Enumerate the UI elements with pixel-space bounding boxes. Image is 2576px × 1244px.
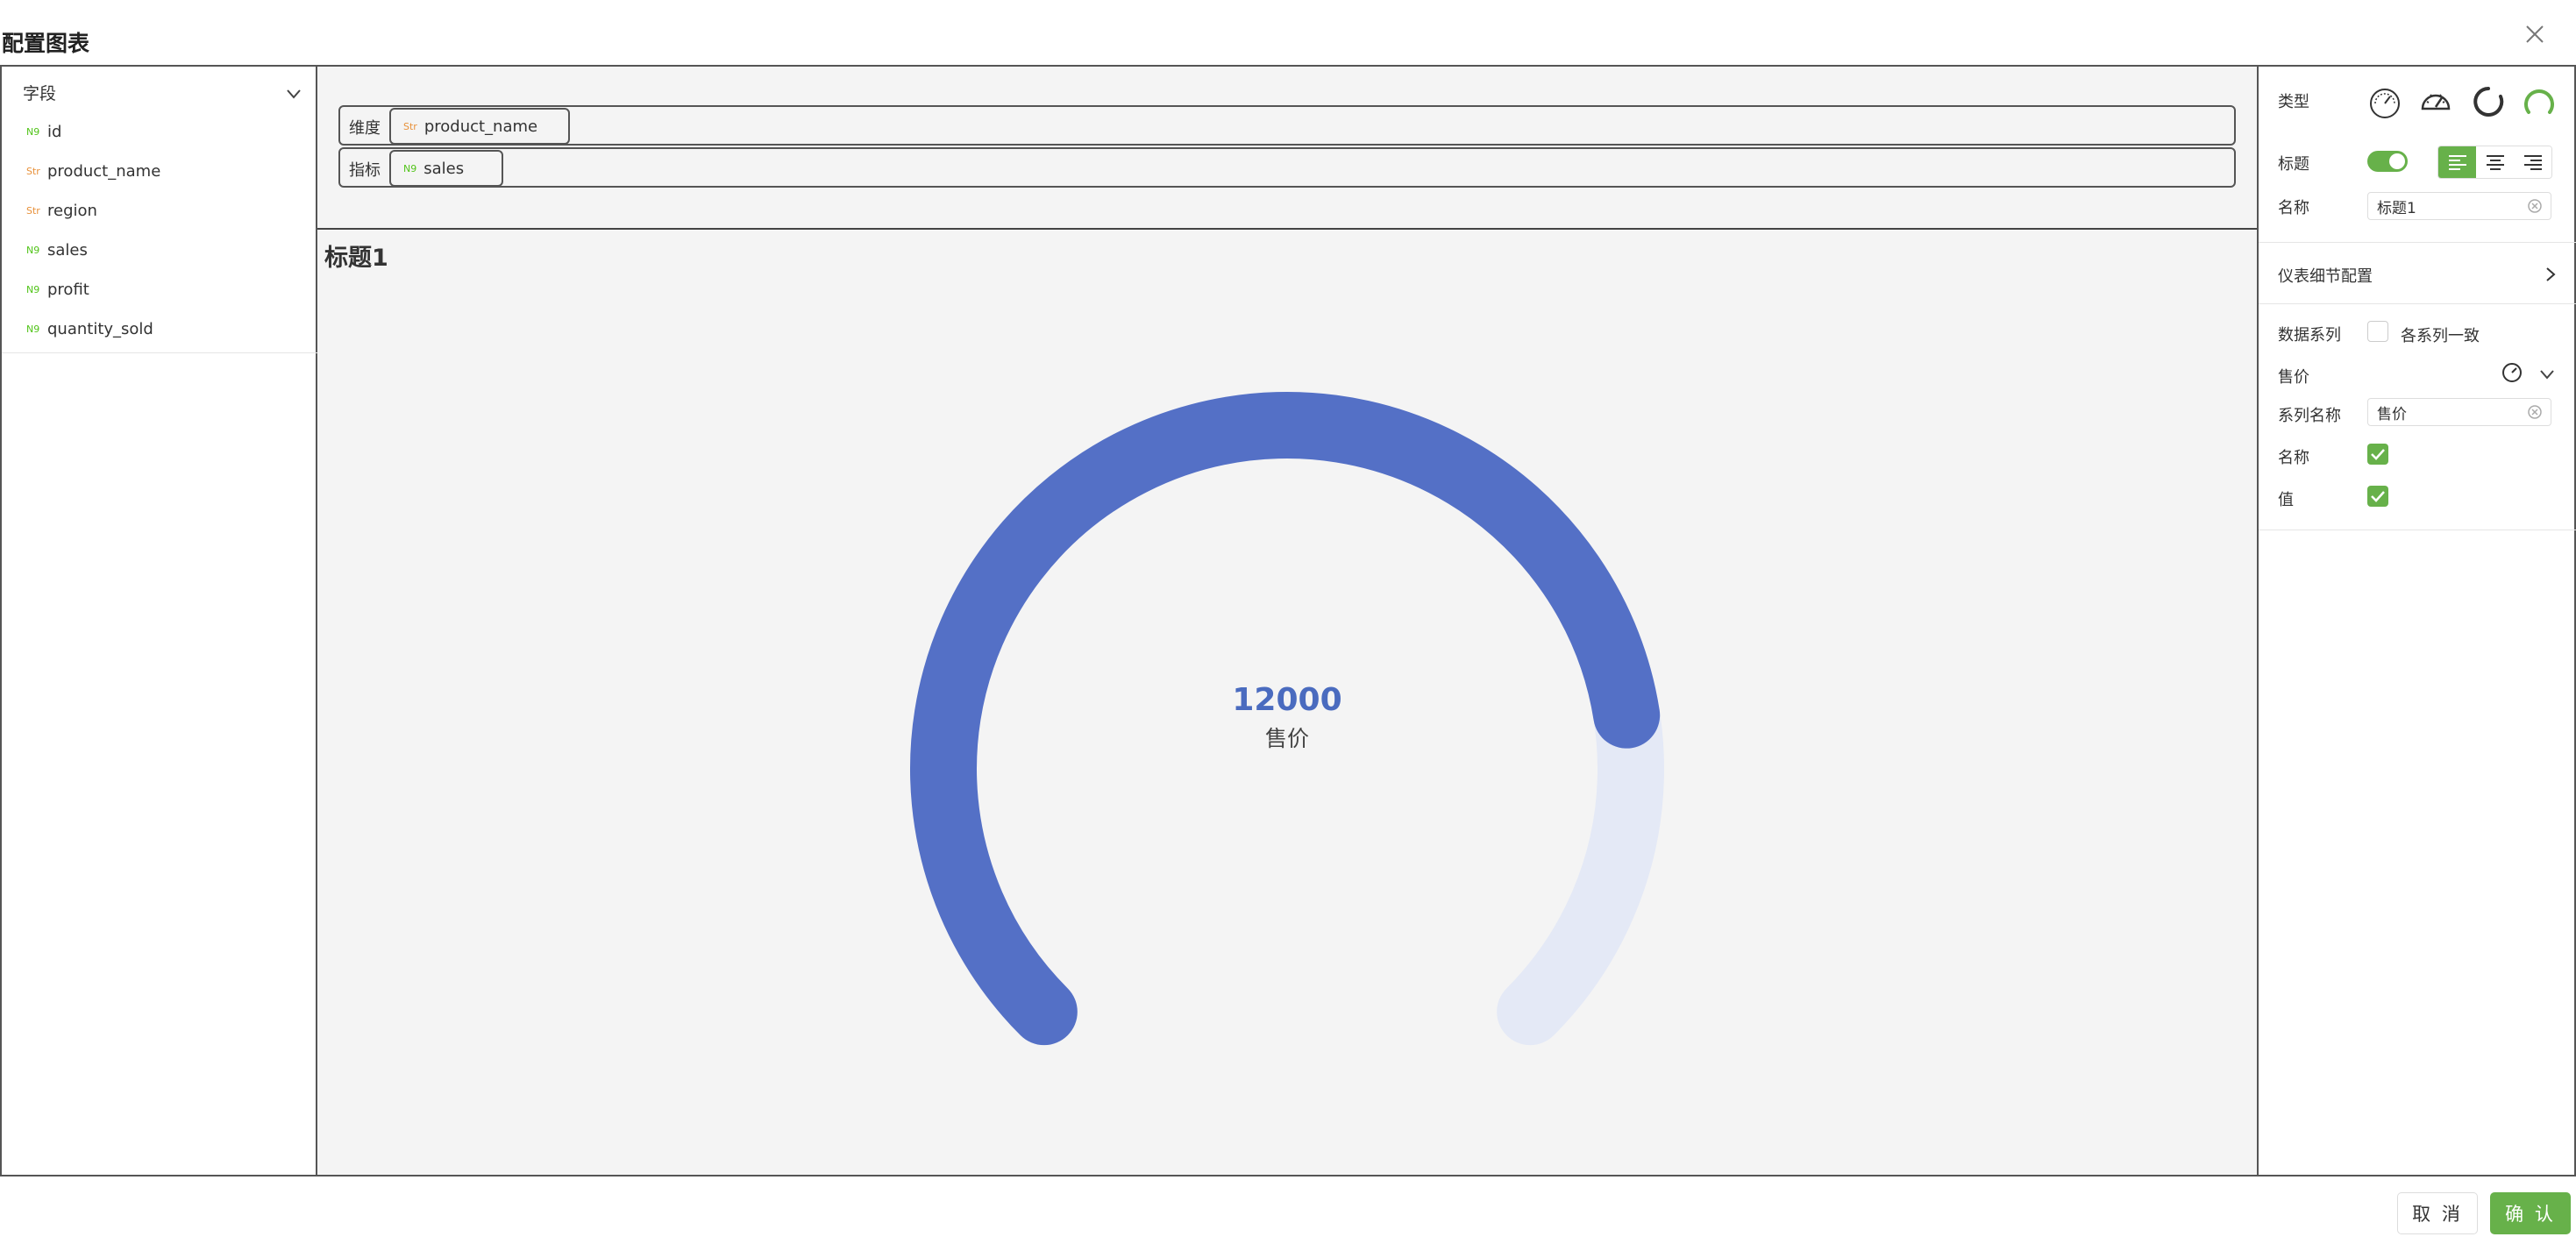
series-name-label: 系列名称 bbox=[2278, 407, 2341, 425]
dialog-footer: 取 消 确 认 bbox=[0, 1175, 2576, 1244]
chevron-down-icon[interactable] bbox=[2537, 365, 2557, 384]
fields-panel: 字段 N9 id Str product_name Str region N9 … bbox=[0, 67, 317, 1175]
fields-collapse-header[interactable]: 字段 bbox=[23, 79, 303, 109]
field-name: region bbox=[47, 202, 97, 220]
measure-chip-sales[interactable]: N9 sales bbox=[389, 150, 503, 187]
dialog-title: 配置图表 bbox=[2, 31, 90, 56]
title-name-input[interactable] bbox=[2367, 192, 2551, 220]
drop-zones: 维度 Str product_name 指标 N9 sales bbox=[317, 67, 2257, 230]
show-value-label: 值 bbox=[2278, 491, 2294, 509]
chevron-down-icon bbox=[287, 89, 301, 99]
type-label: 类型 bbox=[2278, 93, 2309, 111]
field-item-profit[interactable]: N9 profit bbox=[26, 270, 160, 309]
title-toggle[interactable] bbox=[2367, 151, 2408, 172]
number-type-icon: N9 bbox=[26, 323, 40, 335]
string-type-icon: Str bbox=[26, 166, 40, 177]
confirm-button[interactable]: 确 认 bbox=[2490, 1192, 2571, 1234]
field-item-quantity-sold[interactable]: N9 quantity_sold bbox=[26, 309, 160, 349]
chip-name: product_name bbox=[423, 117, 538, 136]
gauge-series-icon[interactable] bbox=[2501, 361, 2523, 384]
consistent-series-checkbox[interactable] bbox=[2367, 321, 2388, 342]
title-align-group bbox=[2437, 146, 2552, 179]
align-center-icon bbox=[2486, 155, 2504, 170]
divider bbox=[2259, 242, 2576, 243]
gauge-meter-icon[interactable] bbox=[2367, 84, 2402, 119]
close-icon[interactable] bbox=[2522, 21, 2548, 47]
string-type-icon: Str bbox=[26, 205, 40, 217]
name-label: 名称 bbox=[2278, 199, 2309, 217]
field-item-sales[interactable]: N9 sales bbox=[26, 231, 160, 270]
dimension-drop-zone[interactable]: 维度 Str product_name bbox=[338, 105, 2236, 146]
cancel-button[interactable]: 取 消 bbox=[2397, 1192, 2478, 1234]
number-type-icon: N9 bbox=[26, 245, 40, 256]
series-name-input[interactable] bbox=[2367, 398, 2551, 426]
ring-chart-icon[interactable] bbox=[2471, 84, 2506, 119]
dimension-label: 维度 bbox=[349, 119, 381, 138]
field-item-product-name[interactable]: Str product_name bbox=[26, 152, 160, 191]
measure-label: 指标 bbox=[349, 161, 381, 180]
arc-gauge-icon[interactable] bbox=[2522, 84, 2557, 119]
gauge-detail-label[interactable]: 仪表细节配置 bbox=[2278, 264, 2373, 287]
fields-header-label: 字段 bbox=[23, 84, 57, 103]
align-left-icon bbox=[2448, 155, 2466, 170]
divider bbox=[2, 352, 317, 353]
check-icon bbox=[2371, 491, 2385, 502]
clear-icon[interactable] bbox=[2527, 198, 2543, 214]
dialog-header: 配置图表 bbox=[0, 0, 2576, 67]
chart-preview: 标题1 12000 售价 bbox=[317, 231, 2257, 1175]
align-center-button[interactable] bbox=[2476, 146, 2514, 178]
field-name: product_name bbox=[47, 162, 161, 181]
settings-panel: 类型 标题 名称 标题1 仪表细节配置 数据系列 各系列一致 售价 系列名称 售… bbox=[2257, 67, 2576, 1175]
show-value-checkbox[interactable] bbox=[2367, 486, 2388, 507]
align-right-button[interactable] bbox=[2514, 146, 2551, 178]
divider bbox=[2259, 303, 2576, 304]
speedometer-icon[interactable] bbox=[2418, 84, 2453, 119]
consistent-series-label: 各系列一致 bbox=[2401, 327, 2480, 345]
chart-editor: 维度 Str product_name 指标 N9 sales 标题1 1200… bbox=[317, 67, 2257, 1175]
field-name: quantity_sold bbox=[47, 320, 153, 338]
show-name-label: 名称 bbox=[2278, 449, 2309, 467]
series-header-label: 售价 bbox=[2278, 368, 2309, 387]
check-icon bbox=[2371, 449, 2385, 460]
field-name: sales bbox=[47, 241, 88, 259]
field-name: profit bbox=[47, 281, 89, 299]
field-name: id bbox=[47, 123, 62, 141]
chevron-right-icon[interactable] bbox=[2541, 265, 2560, 284]
string-type-icon: Str bbox=[403, 120, 417, 132]
data-series-label: 数据系列 bbox=[2278, 326, 2341, 345]
title-label: 标题 bbox=[2278, 155, 2309, 174]
measure-drop-zone[interactable]: 指标 N9 sales bbox=[338, 147, 2236, 188]
field-item-region[interactable]: Str region bbox=[26, 191, 160, 231]
gauge-value: 12000 bbox=[1232, 682, 1341, 718]
field-item-id[interactable]: N9 id bbox=[26, 112, 160, 152]
number-type-icon: N9 bbox=[403, 162, 417, 174]
clear-icon[interactable] bbox=[2527, 404, 2543, 420]
gauge-series-label: 售价 bbox=[1265, 726, 1309, 751]
number-type-icon: N9 bbox=[26, 126, 40, 138]
chip-name: sales bbox=[423, 159, 465, 178]
dimension-chip-product-name[interactable]: Str product_name bbox=[389, 108, 570, 145]
align-left-button[interactable] bbox=[2438, 146, 2476, 178]
gauge-chart: 12000 售价 bbox=[910, 392, 1664, 1046]
show-name-checkbox[interactable] bbox=[2367, 444, 2388, 465]
gauge-progress-arc bbox=[910, 392, 1661, 1046]
number-type-icon: N9 bbox=[26, 284, 40, 295]
align-right-icon bbox=[2523, 155, 2542, 170]
field-list: N9 id Str product_name Str region N9 sal… bbox=[26, 112, 160, 349]
